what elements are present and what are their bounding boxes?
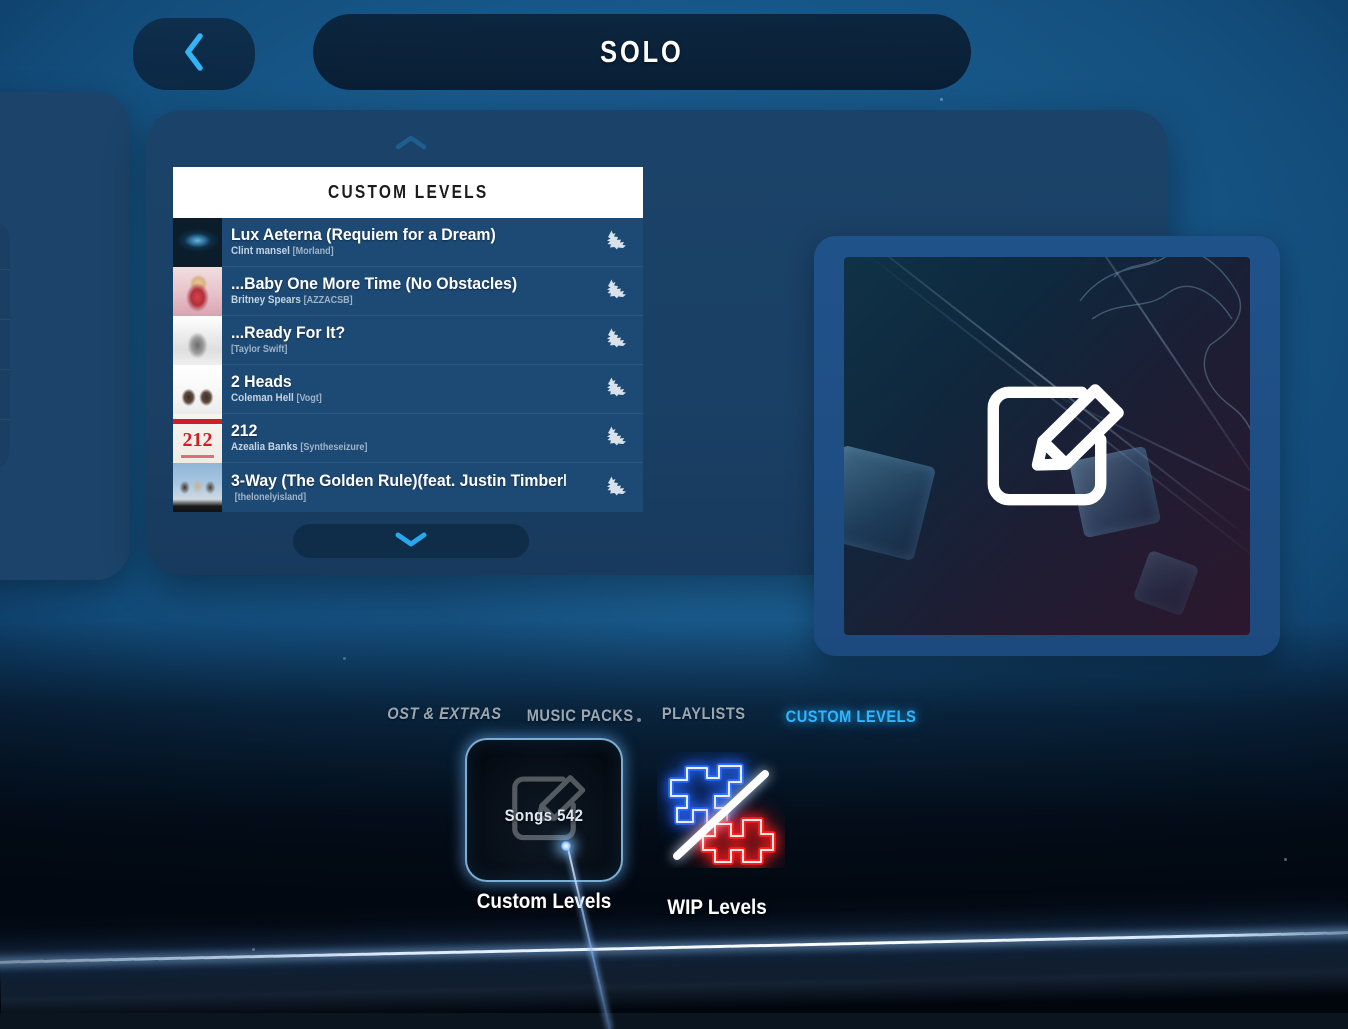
edit-pencil-square-icon bbox=[968, 367, 1126, 525]
list-item-meta: Lux Aeterna (Requiem for a Dream) Clint … bbox=[222, 225, 591, 259]
song-title: ...Ready For It? bbox=[231, 323, 346, 342]
album-art bbox=[173, 217, 222, 267]
chevron-left-icon bbox=[181, 32, 207, 77]
wip-neon-blocks-icon bbox=[657, 763, 785, 872]
left-panel-row[interactable] bbox=[0, 270, 10, 320]
song-artist: Britney Spears bbox=[231, 294, 301, 306]
list-item[interactable]: 3-Way (The Golden Rule)(feat. Justin Tim… bbox=[173, 463, 643, 512]
chevron-up-icon bbox=[394, 134, 428, 156]
list-item-meta: ...Ready For It? [Taylor Swift] bbox=[222, 323, 591, 357]
custom-levels-list: CUSTOM LEVELS Lux Aeterna (Requiem for a… bbox=[173, 167, 643, 513]
song-title: Lux Aeterna (Requiem for a Dream) bbox=[231, 225, 496, 244]
song-title: 2 Heads bbox=[231, 372, 292, 391]
list-header: CUSTOM LEVELS bbox=[173, 167, 643, 218]
left-side-panel-partial: TS rs SS bbox=[0, 92, 130, 580]
left-panel-row[interactable] bbox=[0, 420, 10, 470]
left-panel-list bbox=[0, 220, 10, 470]
list-item[interactable]: 212 212 Azealia Banks [Syntheseizure] bbox=[173, 413, 643, 463]
tab-playlists[interactable]: PLAYLISTS bbox=[662, 704, 746, 724]
level-pack-carousel: Songs 542 Custom Levels WIP Levels bbox=[465, 738, 825, 919]
star-speck bbox=[1284, 858, 1287, 861]
album-art bbox=[173, 364, 222, 414]
tab-music-packs[interactable]: MUSIC PACKS bbox=[527, 706, 634, 726]
tab-custom-levels[interactable]: CUSTOM LEVELS bbox=[786, 707, 917, 727]
level-selection-panel: CUSTOM LEVELS Lux Aeterna (Requiem for a… bbox=[146, 110, 1280, 656]
bunny-icon bbox=[605, 229, 629, 255]
chevron-down-icon bbox=[393, 530, 429, 553]
song-mapper: [Syntheseizure] bbox=[300, 442, 368, 453]
custom-level-badge bbox=[591, 475, 643, 501]
list-item-meta: 2 Heads Coleman Hell [Vogt] bbox=[222, 372, 591, 406]
vr-pointer-cursor[interactable] bbox=[560, 840, 572, 852]
song-artist-line: [thelonelyisland] bbox=[231, 490, 555, 505]
custom-level-badge bbox=[591, 376, 643, 402]
song-artist: Coleman Hell bbox=[231, 392, 294, 404]
custom-level-badge bbox=[591, 278, 643, 304]
list-item[interactable]: ...Ready For It? [Taylor Swift] bbox=[173, 315, 643, 365]
album-art bbox=[173, 315, 222, 365]
song-artist-line: Britney Spears [AZZACSB] bbox=[231, 293, 555, 308]
bunny-icon bbox=[605, 376, 629, 402]
custom-level-badge bbox=[591, 425, 643, 451]
tab-ost-and-extras[interactable]: OST & EXTRAS bbox=[387, 704, 501, 724]
song-mapper: [Morland] bbox=[292, 246, 334, 257]
song-artist-line: Clint mansel [Morland] bbox=[231, 244, 555, 259]
song-title: ...Baby One More Time (No Obstacles) bbox=[231, 274, 518, 293]
custom-level-badge bbox=[591, 327, 643, 353]
song-mapper: [thelonelyisland] bbox=[234, 491, 307, 503]
song-artist-line: Coleman Hell [Vogt] bbox=[231, 391, 555, 406]
list-item-meta: ...Baby One More Time (No Obstacles) Bri… bbox=[222, 274, 591, 308]
left-panel-row[interactable] bbox=[0, 320, 10, 370]
song-mapper: [Vogt] bbox=[296, 393, 322, 404]
custom-level-badge bbox=[591, 229, 643, 255]
song-artist: Azealia Banks bbox=[231, 441, 298, 453]
screen-title-plate: SOLO bbox=[313, 14, 971, 90]
scroll-down-button[interactable] bbox=[293, 524, 529, 558]
list-item-meta: 212 Azealia Banks [Syntheseizure] bbox=[222, 421, 591, 455]
list-item[interactable]: Lux Aeterna (Requiem for a Dream) Clint … bbox=[173, 217, 643, 267]
top-header: SOLO bbox=[0, 0, 1348, 105]
level-pack-preview-card bbox=[814, 236, 1280, 656]
level-pack-label-wip-levels: WIP Levels bbox=[667, 896, 767, 919]
bunny-icon bbox=[605, 425, 629, 451]
song-title: 3-Way (The Golden Rule)(feat. Justin Tim… bbox=[231, 470, 566, 490]
bunny-icon bbox=[605, 327, 629, 353]
level-pack-wip-levels[interactable] bbox=[657, 752, 785, 868]
level-pack-song-count: Songs 542 bbox=[504, 806, 584, 825]
left-panel-row[interactable] bbox=[0, 370, 10, 420]
bunny-icon bbox=[605, 475, 629, 501]
left-panel-row[interactable] bbox=[0, 220, 10, 270]
list-header-label: CUSTOM LEVELS bbox=[327, 182, 489, 202]
level-pack-custom-levels[interactable]: Songs 542 bbox=[465, 738, 623, 882]
album-art bbox=[173, 463, 222, 512]
song-artist: Clint mansel bbox=[231, 245, 290, 257]
song-mapper: [AZZACSB] bbox=[303, 295, 353, 306]
star-speck bbox=[343, 657, 346, 660]
list-item[interactable]: ...Baby One More Time (No Obstacles) Bri… bbox=[173, 266, 643, 316]
tab-separator-dot bbox=[637, 718, 641, 722]
list-item[interactable]: 2 Heads Coleman Hell [Vogt] bbox=[173, 364, 643, 414]
album-art: 212 bbox=[173, 413, 222, 463]
back-button[interactable] bbox=[133, 18, 255, 90]
song-title: 212 bbox=[231, 421, 258, 440]
page-title: SOLO bbox=[600, 34, 684, 69]
level-category-tabs: OST & EXTRAS MUSIC PACKS PLAYLISTS CUSTO… bbox=[360, 698, 920, 734]
scroll-up-button[interactable] bbox=[293, 128, 529, 162]
level-pack-preview-image bbox=[844, 257, 1250, 635]
album-art bbox=[173, 266, 222, 316]
star-speck bbox=[252, 948, 255, 951]
song-mapper: [Taylor Swift] bbox=[231, 344, 288, 355]
bunny-icon bbox=[605, 278, 629, 304]
list-item-meta: 3-Way (The Golden Rule)(feat. Justin Tim… bbox=[222, 471, 591, 505]
song-artist-line: [Taylor Swift] bbox=[231, 342, 555, 357]
level-pack-label-custom-levels: Custom Levels bbox=[476, 890, 612, 913]
song-artist-line: Azealia Banks [Syntheseizure] bbox=[231, 440, 555, 455]
